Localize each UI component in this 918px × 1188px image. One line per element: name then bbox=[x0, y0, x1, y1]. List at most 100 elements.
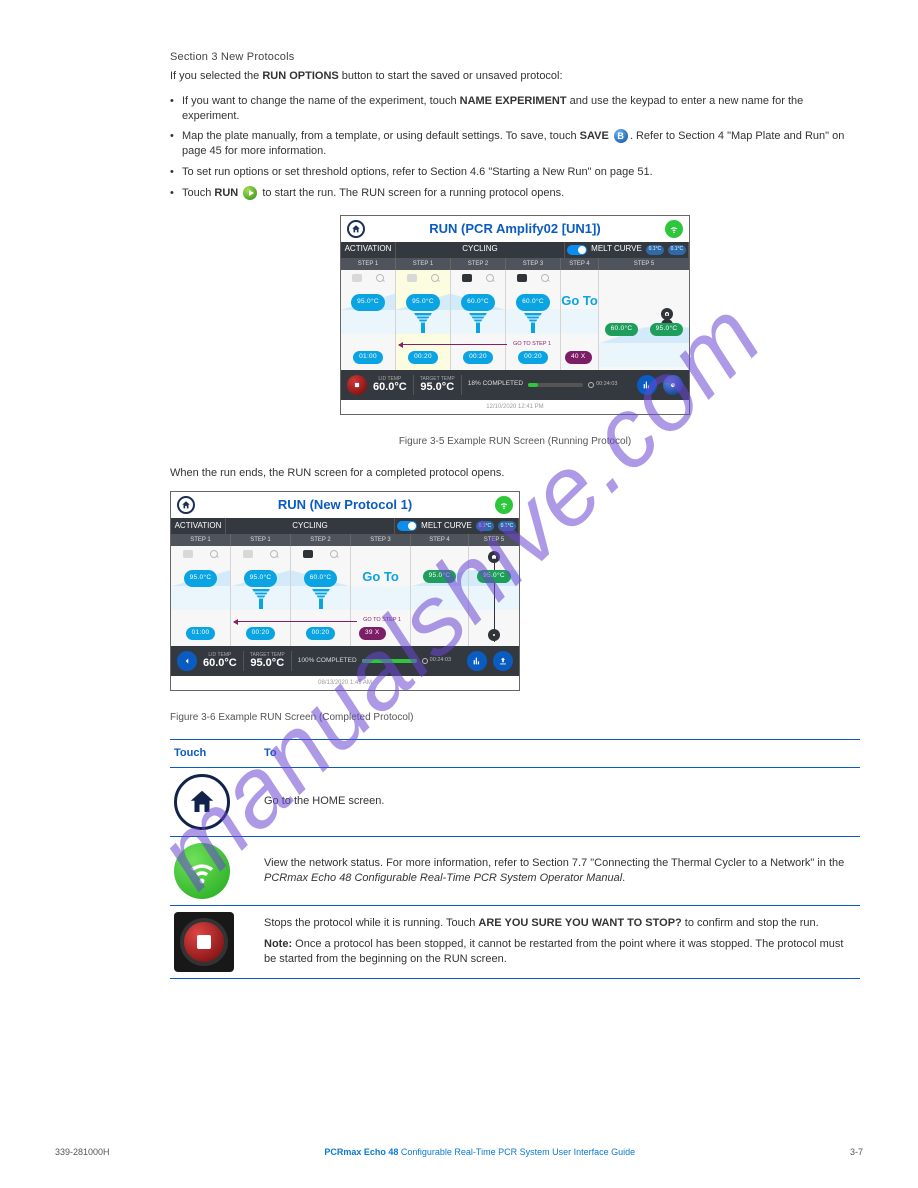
lid-temp: 60.0°C bbox=[203, 658, 237, 669]
completion-label: 100% COMPLETED bbox=[298, 657, 357, 666]
footer-product: PCRmax Echo 48 bbox=[324, 1147, 398, 1157]
phase-melt-curve: MELT CURVE 0.1°C 0.1°C bbox=[565, 242, 689, 258]
camera-node-icon bbox=[488, 551, 500, 563]
eta: 00:24:03 bbox=[596, 381, 617, 388]
lid-temp: 60.0°C bbox=[373, 382, 407, 393]
table-header-touch: Touch bbox=[174, 746, 264, 761]
step-label: STEP 1 bbox=[341, 258, 396, 270]
row-desc-italic: PCRmax Echo 48 Configurable Real-Time PC… bbox=[264, 872, 622, 884]
step-label: STEP 1 bbox=[396, 258, 451, 270]
phase-activation: ACTIVATION bbox=[341, 242, 396, 258]
eta: 00:24:03 bbox=[430, 657, 451, 664]
step-label: STEP 5 bbox=[599, 258, 689, 270]
phase-cycling: CYCLING bbox=[396, 242, 565, 258]
b2-pre: Map the plate manually, from a template,… bbox=[182, 130, 580, 142]
b3-text: To set run options or set threshold opti… bbox=[182, 165, 860, 180]
footer-page: 3-7 bbox=[850, 1146, 863, 1158]
stop-button[interactable] bbox=[347, 375, 367, 395]
row-desc-b: . bbox=[622, 872, 625, 884]
time-pill: 00:20 bbox=[246, 627, 276, 640]
home-icon[interactable] bbox=[174, 774, 230, 830]
wifi-icon[interactable] bbox=[174, 843, 230, 899]
row-desc-b: to confirm and stop the run. bbox=[682, 917, 819, 929]
step-label: STEP 2 bbox=[291, 534, 351, 546]
temp-pill: 95.0°C bbox=[406, 294, 440, 311]
home-button[interactable] bbox=[347, 220, 365, 238]
mid-para: When the run ends, the RUN screen for a … bbox=[170, 466, 860, 481]
temp-pill: 95.0°C bbox=[423, 570, 457, 583]
goto-label: Go To bbox=[561, 294, 598, 308]
time-pill: 01:00 bbox=[186, 627, 216, 640]
run-title: RUN (New Protocol 1) bbox=[278, 496, 412, 514]
camera-icon bbox=[517, 274, 527, 282]
action-button[interactable] bbox=[663, 375, 683, 395]
temp-pill: 60.0°C bbox=[516, 294, 550, 311]
phase-activation: ACTIVATION bbox=[171, 518, 226, 534]
bullet: • bbox=[170, 129, 182, 159]
camera-icon bbox=[243, 550, 253, 558]
wifi-icon[interactable] bbox=[495, 496, 513, 514]
b4-post: to start the run. The RUN screen for a r… bbox=[259, 187, 564, 199]
melt-curve-toggle[interactable] bbox=[397, 521, 417, 531]
temp-pill: 60.0°C bbox=[605, 323, 639, 336]
funnel-icon bbox=[414, 313, 432, 333]
progress-bar bbox=[362, 659, 417, 663]
chart-button[interactable] bbox=[637, 375, 657, 395]
bullet: • bbox=[170, 186, 182, 201]
completion-label: 18% COMPLETED bbox=[468, 380, 523, 389]
intro-text-1: If you selected the bbox=[170, 70, 262, 82]
mc-oval-1: 0.1°C bbox=[476, 521, 494, 531]
row-desc-a: Stops the protocol while it is running. … bbox=[264, 917, 478, 929]
target-temp: 95.0°C bbox=[250, 658, 285, 669]
step-label: STEP 3 bbox=[506, 258, 561, 270]
search-icon bbox=[270, 550, 278, 558]
home-button[interactable] bbox=[177, 496, 195, 514]
search-icon bbox=[541, 274, 549, 282]
b1-bold: NAME EXPERIMENT bbox=[460, 95, 567, 107]
b2-bold: SAVE bbox=[580, 130, 612, 142]
melt-curve-toggle[interactable] bbox=[567, 245, 587, 255]
clock-icon bbox=[422, 658, 428, 664]
temp-pill: 95.0°C bbox=[184, 570, 218, 587]
camera-icon bbox=[303, 550, 313, 558]
table-row: View the network status. For more inform… bbox=[170, 836, 860, 905]
phase-melt-curve: MELT CURVE 0.1°C 0.1°C bbox=[395, 518, 519, 534]
temp-pill: 60.0°C bbox=[304, 570, 338, 587]
chart-button[interactable] bbox=[467, 651, 487, 671]
funnel-icon bbox=[312, 589, 330, 609]
row-desc: Go to the HOME screen. bbox=[264, 794, 856, 809]
time-pill: 01:00 bbox=[353, 351, 383, 364]
target-temp: 95.0°C bbox=[420, 382, 455, 393]
table-header-to: To bbox=[264, 746, 856, 761]
stop-icon[interactable] bbox=[174, 912, 234, 972]
camera-icon bbox=[352, 274, 362, 282]
table-row: Stops the protocol while it is running. … bbox=[170, 905, 860, 978]
goto-strip-label: GO TO STEP 1 bbox=[363, 617, 401, 624]
run-title: RUN (PCR Amplify02 [UN1]) bbox=[429, 220, 600, 238]
step-label: STEP 5 bbox=[469, 534, 519, 546]
figure-caption: Figure 3-6 Example RUN Screen (Completed… bbox=[170, 711, 860, 725]
wifi-icon[interactable] bbox=[665, 220, 683, 238]
funnel-icon bbox=[524, 313, 542, 333]
table-row: Go to the HOME screen. bbox=[170, 767, 860, 836]
time-pill: 00:20 bbox=[408, 351, 438, 364]
b1-pre: If you want to change the name of the ex… bbox=[182, 95, 460, 107]
bullet: • bbox=[170, 165, 182, 180]
back-button[interactable] bbox=[177, 651, 197, 671]
row-desc-bold: ARE YOU SURE YOU WANT TO STOP? bbox=[478, 917, 681, 929]
temp-pill: 95.0°C bbox=[477, 570, 511, 583]
step-label: STEP 2 bbox=[451, 258, 506, 270]
footer-doc: Configurable Real-Time PCR System User I… bbox=[398, 1147, 635, 1157]
camera-icon bbox=[462, 274, 472, 282]
section-header: Section 3 New Protocols bbox=[170, 50, 860, 65]
temp-pill: 60.0°C bbox=[461, 294, 495, 311]
step-label: STEP 4 bbox=[411, 534, 469, 546]
mc-oval-2: 0.1°C bbox=[498, 521, 516, 531]
temp-pill: 95.0°C bbox=[351, 294, 385, 311]
search-icon bbox=[486, 274, 494, 282]
goto-label: Go To bbox=[362, 570, 399, 584]
goto-strip-label: GO TO STEP 1 bbox=[513, 341, 551, 348]
b4-pre: Touch bbox=[182, 187, 214, 199]
run-icon bbox=[243, 186, 257, 200]
export-button[interactable] bbox=[493, 651, 513, 671]
